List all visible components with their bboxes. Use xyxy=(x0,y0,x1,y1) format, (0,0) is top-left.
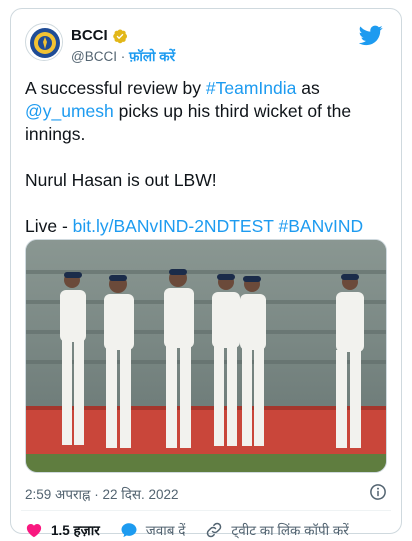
mention-y-umesh[interactable]: @y_umesh xyxy=(25,101,114,121)
tweet-text-1b: as xyxy=(296,78,320,98)
tweet-actions: 1.5 हज़ार जवाब दें ट्वीट का लिंक कॉपी कर… xyxy=(25,519,387,541)
tweet-date: 22 दिस. 2022 xyxy=(102,487,179,502)
tweet-paragraph-1: A successful review by #TeamIndia as @y_u… xyxy=(25,77,387,146)
tweet-text-1a: A successful review by xyxy=(25,78,206,98)
like-button[interactable]: 1.5 हज़ार xyxy=(25,521,100,539)
account-name[interactable]: BCCI xyxy=(71,27,108,44)
divider xyxy=(21,510,391,511)
heart-icon xyxy=(26,524,42,538)
tweet-paragraph-2: Nurul Hasan is out LBW! xyxy=(25,170,217,190)
tweet-timestamp[interactable]: 2:59 अपराह्न · 22 दिस. 2022 xyxy=(25,485,179,503)
verified-badge-icon xyxy=(112,28,127,43)
tweet-link[interactable]: bit.ly/BANvIND-2NDTEST xyxy=(73,216,274,236)
separator-dot: · xyxy=(120,49,126,64)
tweet-time: 2:59 अपराह्न xyxy=(25,487,91,502)
handle-row: @BCCI · फ़ॉलो करें xyxy=(71,47,175,65)
live-label: Live - xyxy=(25,216,73,236)
tweet-header: BCCI @BCCI · फ़ॉलो करें xyxy=(25,21,387,65)
reply-bubble-icon xyxy=(121,523,137,538)
tweet-paragraph-3: Live - bit.ly/BANvIND-2NDTEST #BANvIND xyxy=(25,215,387,238)
reply-label: जवाब दें xyxy=(145,523,186,538)
bcci-avatar[interactable] xyxy=(25,23,63,61)
reply-button[interactable]: जवाब दें xyxy=(120,521,186,539)
tweet-text: A successful review by #TeamIndia as @y_u… xyxy=(25,77,387,261)
link-icon xyxy=(207,522,222,538)
copy-link-label: ट्वीट का लिंक कॉपी करें xyxy=(231,523,349,538)
cricket-team-photo xyxy=(26,240,386,472)
twitter-bird-icon[interactable] xyxy=(359,23,383,47)
account-name-row[interactable]: BCCI xyxy=(71,27,128,44)
follow-button[interactable]: फ़ॉलो करें xyxy=(129,49,175,64)
tweet-photo[interactable] xyxy=(25,239,387,473)
tweet-card: BCCI @BCCI · फ़ॉलो करें A successful rev… xyxy=(10,8,402,538)
info-icon[interactable] xyxy=(369,483,387,501)
hashtag-teamindia[interactable]: #TeamIndia xyxy=(206,78,296,98)
copy-link-button[interactable]: ट्वीट का लिंक कॉपी करें xyxy=(205,521,349,539)
account-handle[interactable]: @BCCI xyxy=(71,49,117,64)
hashtag-banvind[interactable]: #BANvIND xyxy=(279,216,364,236)
like-count: 1.5 हज़ार xyxy=(51,523,100,538)
